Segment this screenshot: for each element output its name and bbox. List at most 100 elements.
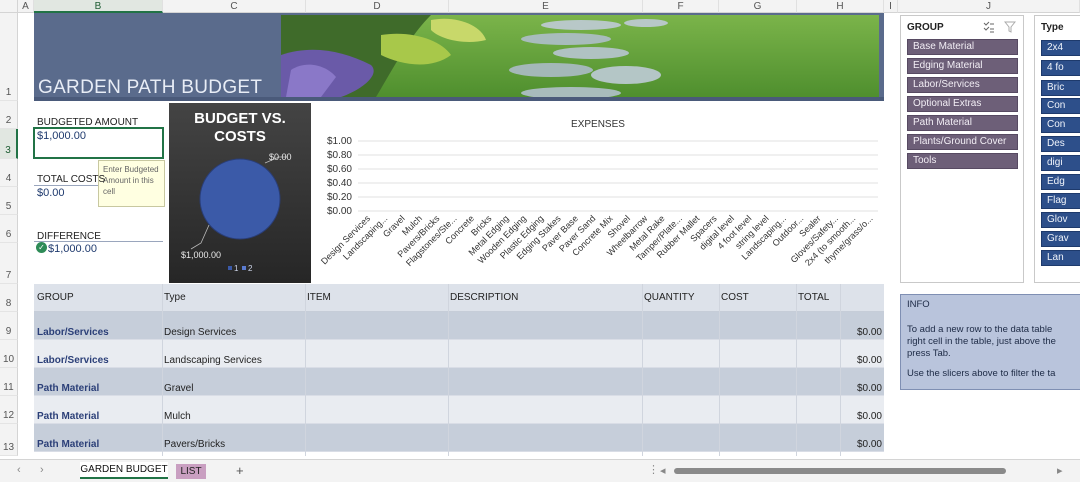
info-title: INFO	[907, 299, 930, 310]
slicer-item-tools[interactable]: Tools	[907, 153, 1018, 169]
row-header-3[interactable]: 3	[0, 129, 18, 159]
pie-data-label: $0.00	[269, 152, 292, 162]
group-slicer[interactable]: GROUP Base Material Edging Material Labo…	[900, 15, 1024, 283]
column-header-b[interactable]: B	[34, 0, 163, 13]
difference-value[interactable]: $1,000.00	[48, 243, 97, 255]
type-slicer-item[interactable]: Flag	[1041, 193, 1080, 209]
slicer-item-edging-material[interactable]: Edging Material	[907, 58, 1018, 74]
type-slicer-item[interactable]: Con	[1041, 98, 1080, 114]
pie-slice[interactable]	[199, 158, 281, 240]
type-slicer-item[interactable]: Con	[1041, 117, 1080, 133]
row-header-8[interactable]: 8	[0, 284, 18, 312]
type-slicer-item[interactable]: Edg	[1041, 174, 1080, 190]
type-slicer-item[interactable]: digi	[1041, 155, 1080, 171]
y-tick-label: $0.00	[327, 206, 352, 217]
column-divider	[796, 284, 797, 456]
budget-vs-costs-chart[interactable]: BUDGET VS. COSTS $0.00 $1,000.00 1 2	[169, 103, 311, 283]
type-slicer-item[interactable]: Grav	[1041, 231, 1080, 247]
budgeted-amount-label: BUDGETED AMOUNT	[37, 117, 139, 128]
budgeted-amount-cell[interactable]: $1,000.00	[33, 127, 164, 159]
banner-title: GARDEN PATH BUDGET	[38, 77, 263, 98]
slicer-item-labor-services[interactable]: Labor/Services	[907, 77, 1018, 93]
horizontal-scrollbar[interactable]	[674, 468, 1006, 474]
clear-filter-icon[interactable]	[1004, 21, 1016, 33]
column-header-a[interactable]: A	[18, 0, 34, 13]
type-slicer-item[interactable]: Glov	[1041, 212, 1080, 228]
group-slicer-title: GROUP	[907, 22, 944, 33]
add-sheet-button[interactable]: +	[236, 463, 244, 478]
row-header-10[interactable]: 10	[0, 340, 18, 368]
more-options-icon[interactable]: ⋮	[648, 463, 659, 476]
chevron-right-icon[interactable]: ›	[40, 464, 44, 476]
slicer-item-optional-extras[interactable]: Optional Extras	[907, 96, 1018, 112]
y-tick-label: $0.80	[327, 150, 352, 161]
column-header-h[interactable]: H	[797, 0, 884, 13]
header-total[interactable]: TOTAL	[798, 292, 829, 303]
slicer-item-path-material[interactable]: Path Material	[907, 115, 1018, 131]
column-header-c[interactable]: C	[163, 0, 306, 13]
leader-line	[190, 224, 210, 250]
row-total: $0.00	[856, 383, 882, 394]
row-header-6[interactable]: 6	[0, 215, 18, 243]
scroll-left-icon[interactable]: ◂	[660, 464, 666, 477]
chevron-left-icon[interactable]: ‹	[17, 464, 21, 476]
column-header-j[interactable]: J	[898, 0, 1080, 13]
total-costs-value[interactable]: $0.00	[37, 187, 65, 199]
pie-chart-svg: $0.00 $1,000.00 1 2	[181, 152, 292, 273]
tab-list[interactable]: LIST	[176, 464, 206, 479]
multi-select-icon[interactable]	[983, 21, 995, 33]
y-tick-label: $0.20	[327, 192, 352, 203]
type-slicer-item[interactable]: Lan	[1041, 250, 1080, 266]
header-quantity[interactable]: QUANTITY	[644, 292, 695, 303]
row-header-2[interactable]: 2	[0, 101, 18, 129]
type-slicer-item[interactable]: 2x4	[1041, 40, 1080, 56]
row-header-9[interactable]: 9	[0, 312, 18, 340]
row-header-13[interactable]: 13	[0, 424, 18, 456]
row-header-4[interactable]: 4	[0, 159, 18, 187]
row-total: $0.00	[856, 355, 882, 366]
info-line: press Tab.	[907, 348, 951, 359]
select-all-corner[interactable]	[0, 0, 18, 13]
row-header-1[interactable]: 1	[0, 13, 18, 101]
column-header-e[interactable]: E	[449, 0, 643, 13]
column-divider	[305, 284, 306, 456]
type-slicer-item[interactable]: Bric	[1041, 80, 1080, 96]
type-slicer[interactable]: Type 2x4 4 fo Bric Con Con Des digi Edg …	[1034, 15, 1080, 283]
legend-label: 2	[248, 264, 253, 273]
type-slicer-item[interactable]: Des	[1041, 136, 1080, 152]
input-tooltip: Enter Budgeted Amount in this cell	[98, 160, 165, 207]
row-header-12[interactable]: 12	[0, 396, 18, 424]
y-tick-label: $0.40	[327, 178, 352, 189]
row-type: Design Services	[164, 327, 237, 338]
expense-table: GROUP Type ITEM DESCRIPTION QUANTITY COS…	[34, 284, 884, 456]
type-slicer-title: Type	[1041, 22, 1064, 33]
column-divider	[840, 284, 841, 456]
total-costs-underline	[34, 185, 98, 186]
slicer-item-base-material[interactable]: Base Material	[907, 39, 1018, 55]
expenses-chart[interactable]: EXPENSES$1.00$0.80$0.60$0.40$0.20$0.00De…	[312, 112, 884, 284]
row-header-11[interactable]: 11	[0, 368, 18, 396]
type-slicer-item[interactable]: 4 fo	[1041, 60, 1080, 76]
scroll-right-icon[interactable]: ▸	[1057, 464, 1063, 477]
row-type: Mulch	[164, 411, 191, 422]
header-item[interactable]: ITEM	[307, 292, 331, 303]
legend-label: 1	[234, 264, 239, 273]
row-header-7[interactable]: 7	[0, 243, 18, 284]
row-group: Labor/Services	[37, 327, 109, 338]
column-header-f[interactable]: F	[643, 0, 719, 13]
row-header-5[interactable]: 5	[0, 187, 18, 215]
header-type[interactable]: Type	[164, 292, 186, 303]
column-header-i[interactable]: I	[884, 0, 898, 13]
slicer-item-plants-ground-cover[interactable]: Plants/Ground Cover	[907, 134, 1018, 150]
tab-garden-budget[interactable]: GARDEN BUDGET	[80, 462, 168, 479]
row-total: $0.00	[856, 439, 882, 450]
column-divider	[162, 284, 163, 456]
column-header-d[interactable]: D	[306, 0, 449, 13]
pie-data-label: $1,000.00	[181, 250, 221, 260]
header-group[interactable]: GROUP	[37, 292, 74, 303]
header-cost[interactable]: COST	[721, 292, 749, 303]
column-header-g[interactable]: G	[719, 0, 797, 13]
header-description[interactable]: DESCRIPTION	[450, 292, 518, 303]
budgeted-amount-value: $1,000.00	[37, 130, 86, 142]
info-line: right cell in the table, just above the	[907, 336, 1056, 347]
